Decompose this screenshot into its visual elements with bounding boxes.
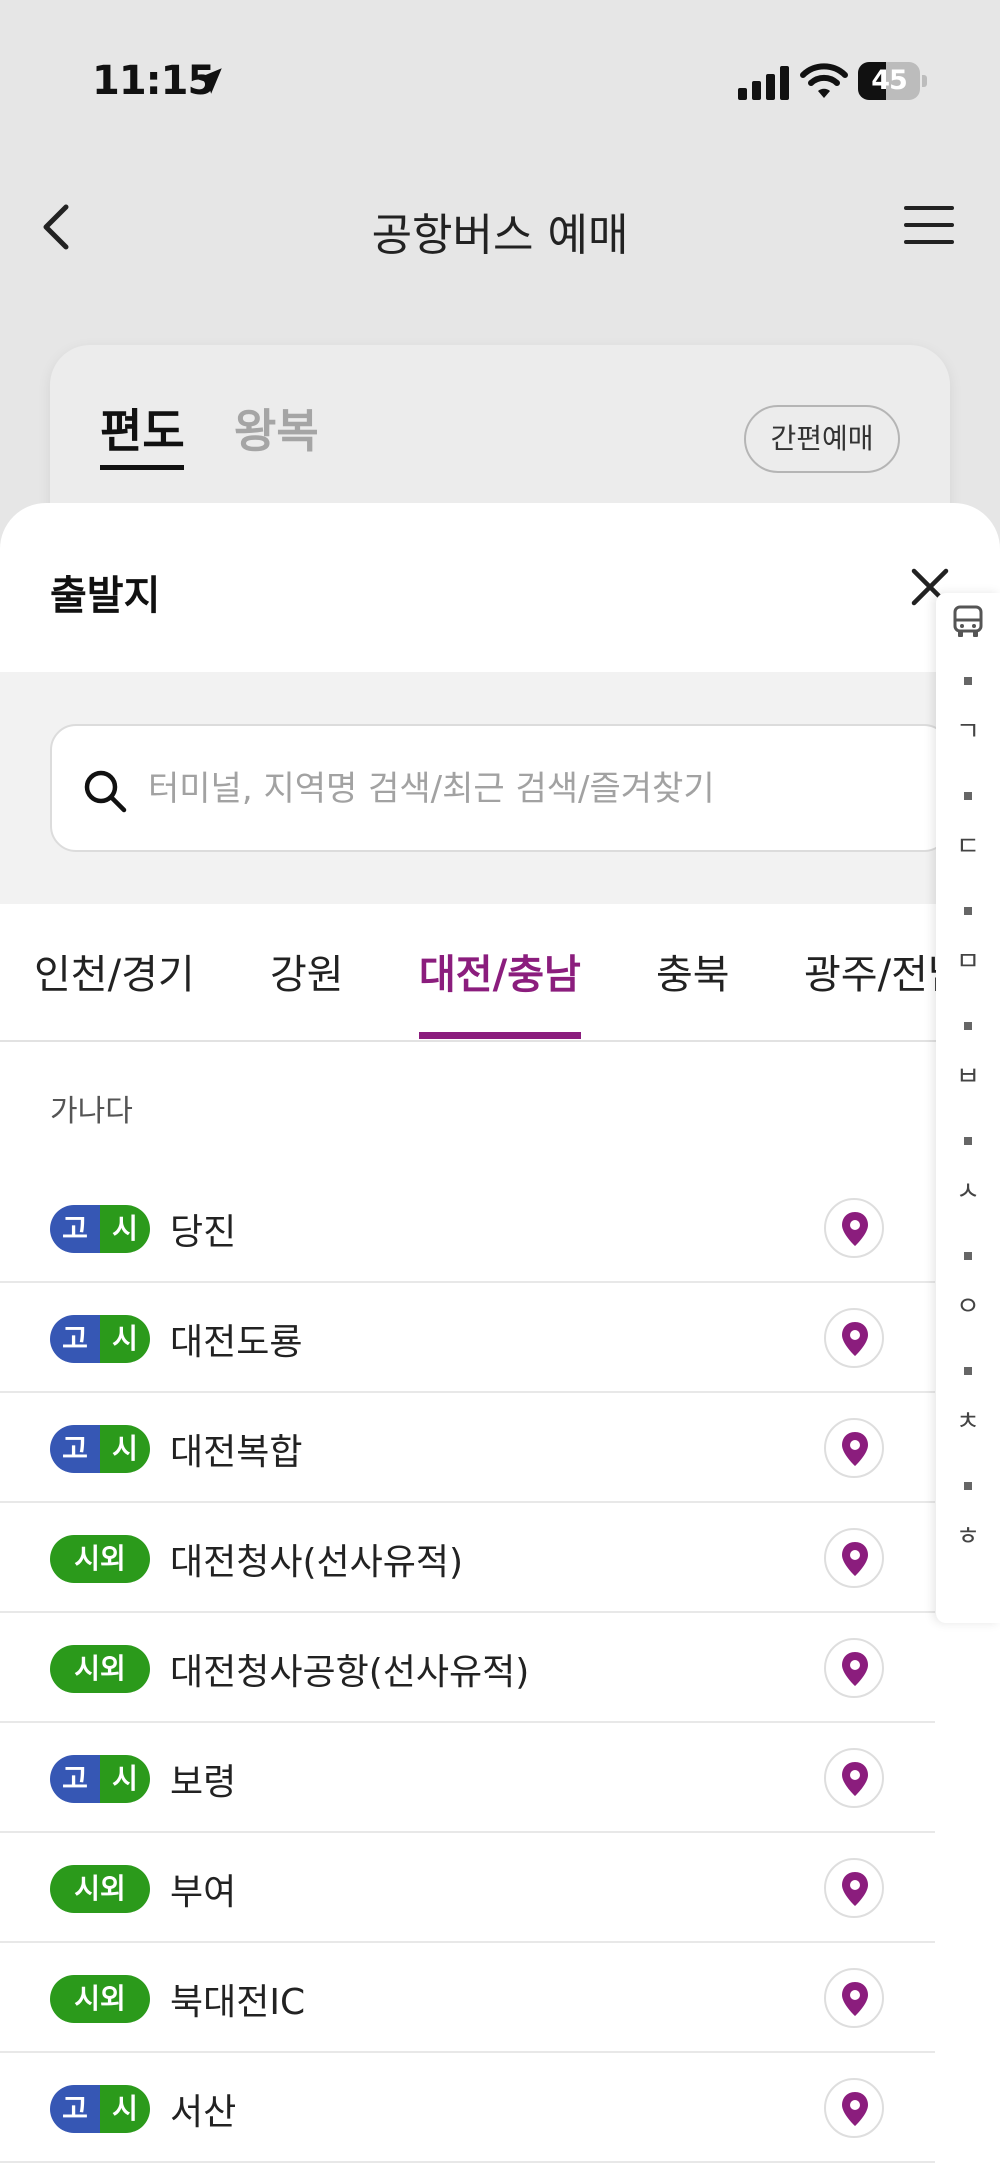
map-pin-icon	[842, 1212, 868, 1246]
route-type-badge: 시외	[50, 1975, 150, 2023]
index-separator	[964, 1367, 972, 1375]
index-separator	[964, 792, 972, 800]
list-item[interactable]: 고 시 당진	[0, 1173, 935, 1283]
tab-region-gangwon[interactable]: 강원	[270, 942, 344, 1000]
index-separator	[964, 677, 972, 685]
map-pin-button[interactable]	[824, 1198, 884, 1258]
map-pin-button[interactable]	[824, 1858, 884, 1918]
map-pin-icon	[842, 1762, 868, 1796]
index-item[interactable]: ㅇ	[936, 1286, 1000, 1323]
bus-icon[interactable]	[952, 605, 984, 639]
tab-region-incheon-gyeonggi[interactable]: 인천/경기	[34, 942, 195, 1000]
terminal-name: 대전도룡	[170, 1322, 303, 1363]
list-item[interactable]: 고 시 대전도룡	[0, 1283, 935, 1393]
index-item[interactable]: ㄷ	[936, 826, 1000, 863]
tab-oneway-underline	[100, 465, 184, 470]
terminal-name: 보령	[170, 1762, 237, 1803]
battery-indicator: 45	[858, 62, 928, 100]
battery-level: 45	[871, 65, 908, 96]
map-pin-icon	[842, 1542, 868, 1576]
tab-region-daejeon-chungnam[interactable]: 대전/충남	[419, 942, 581, 1000]
route-type-badge: 시외	[50, 1865, 150, 1913]
index-separator	[964, 1482, 972, 1490]
tab-region-chungbuk[interactable]: 충북	[656, 942, 730, 1000]
search-input[interactable]	[148, 754, 908, 824]
app-header: 공항버스 예매	[0, 165, 1000, 285]
index-item[interactable]: ㅁ	[936, 941, 1000, 978]
index-separator	[964, 1022, 972, 1030]
search-area	[0, 672, 1000, 904]
status-bar: 11:15 45	[0, 0, 1000, 165]
terminal-name: 부여	[170, 1872, 237, 1913]
map-pin-icon	[842, 1652, 868, 1686]
tab-oneway[interactable]: 편도	[100, 395, 185, 461]
departure-sheet: 출발지 인천/경기 강원 대전/충남 충북 광주/전남 가나다 고 시 당진	[0, 503, 1000, 2175]
quick-booking-button[interactable]: 간편예매	[744, 405, 900, 473]
index-item[interactable]: ㄱ	[936, 711, 1000, 748]
hamburger-menu-icon[interactable]	[902, 203, 956, 247]
map-pin-icon	[842, 1322, 868, 1356]
index-item[interactable]: ㅊ	[936, 1401, 1000, 1438]
index-scrollbar[interactable]: ㄱ ㄷ ㅁ ㅂ ㅅ ㅇ ㅊ ㅎ	[936, 593, 1000, 1623]
list-item[interactable]: 시외 대전청사(선사유적)	[0, 1503, 935, 1613]
list-item[interactable]: 고 시 대전복합	[0, 1393, 935, 1503]
index-separator	[964, 1252, 972, 1260]
map-pin-icon	[842, 1432, 868, 1466]
page-title: 공항버스 예매	[371, 210, 629, 261]
index-separator	[964, 1137, 972, 1145]
terminal-name: 대전청사공항(선사유적)	[170, 1652, 530, 1693]
route-type-badge: 고 시	[50, 1315, 150, 1363]
terminal-name: 서산	[170, 2092, 237, 2133]
search-icon	[84, 770, 127, 813]
region-tabs: 인천/경기 강원 대전/충남 충북 광주/전남	[0, 904, 1000, 1042]
location-arrow-icon	[196, 68, 222, 94]
route-type-badge: 고 시	[50, 1755, 150, 1803]
tab-roundtrip[interactable]: 왕복	[234, 395, 319, 461]
map-pin-button[interactable]	[824, 1528, 884, 1588]
list-item[interactable]: 시외 부여	[0, 1833, 935, 1943]
terminal-name: 대전복합	[170, 1432, 303, 1473]
map-pin-icon	[842, 2092, 868, 2126]
search-box[interactable]	[50, 724, 950, 852]
sheet-title: 출발지	[50, 573, 161, 619]
list-item[interactable]: 시외 북대전IC	[0, 1943, 935, 2053]
cellular-signal-icon	[738, 66, 789, 100]
terminal-name: 대전청사(선사유적)	[170, 1542, 464, 1583]
terminal-name: 당진	[170, 1212, 237, 1253]
list-item[interactable]: 고 시 보령	[0, 1723, 935, 1833]
active-tab-underline	[419, 1032, 581, 1039]
map-pin-icon	[842, 1982, 868, 2016]
list-item[interactable]: 시외 대전청사공항(선사유적)	[0, 1613, 935, 1723]
map-pin-button[interactable]	[824, 1748, 884, 1808]
list-item[interactable]: 고 시 서산	[0, 2053, 935, 2163]
route-type-badge: 시외	[50, 1645, 150, 1693]
map-pin-button[interactable]	[824, 2078, 884, 2138]
index-item[interactable]: ㅅ	[936, 1171, 1000, 1208]
map-pin-button[interactable]	[824, 1638, 884, 1698]
route-type-badge: 고 시	[50, 1205, 150, 1253]
route-type-badge: 고 시	[50, 1425, 150, 1473]
route-type-badge: 고 시	[50, 2085, 150, 2133]
index-item[interactable]: ㅎ	[936, 1516, 1000, 1553]
map-pin-icon	[842, 1872, 868, 1906]
map-pin-button[interactable]	[824, 1308, 884, 1368]
index-separator	[964, 907, 972, 915]
terminal-name: 북대전IC	[170, 1982, 306, 2023]
map-pin-button[interactable]	[824, 1968, 884, 2028]
index-item[interactable]: ㅂ	[936, 1056, 1000, 1093]
wifi-icon	[800, 63, 848, 98]
terminal-list: 가나다 고 시 당진 고 시 대전도룡 고 시 대전복합 시외 대전청사(선사유…	[0, 1042, 1000, 2175]
route-type-badge: 시외	[50, 1535, 150, 1583]
section-label: 가나다	[50, 1094, 133, 1129]
map-pin-button[interactable]	[824, 1418, 884, 1478]
